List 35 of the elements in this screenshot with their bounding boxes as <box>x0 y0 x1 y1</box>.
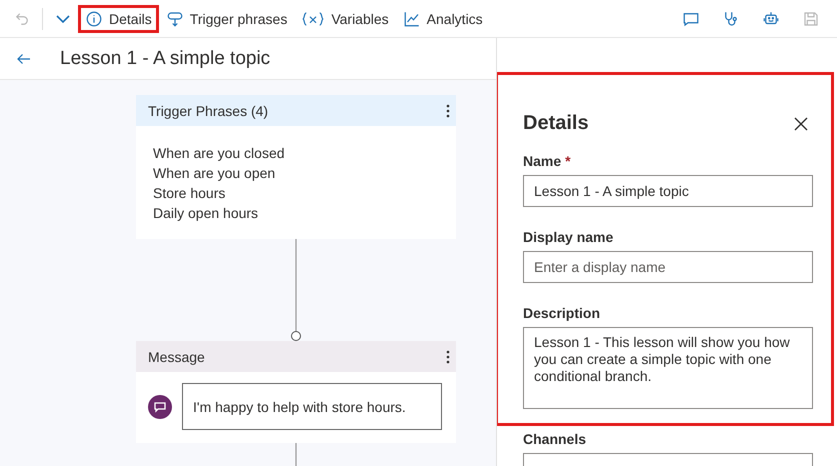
speech-bubble-icon <box>166 10 184 28</box>
toolbar-button[interactable]: Analytics <box>396 6 489 32</box>
chart-icon <box>402 10 421 28</box>
close-button[interactable] <box>793 116 809 132</box>
trigger-phrase: When are you open <box>153 164 276 182</box>
close-icon <box>793 116 809 132</box>
message-avatar-icon <box>148 394 172 418</box>
trigger-phrase: Store hours <box>153 184 226 202</box>
info-icon <box>85 10 103 28</box>
more-icon <box>446 104 450 118</box>
node-title: Trigger Phrases (4) <box>148 102 268 118</box>
field-label: Display name <box>523 229 614 245</box>
field-label: Description <box>523 305 602 321</box>
topic-title: Lesson 1 - A simple topic <box>60 48 270 70</box>
trigger-node[interactable]: Trigger Phrases (4) When are you closed When are you open Store hours Daily open hours <box>136 95 456 239</box>
chevron-down-icon <box>56 14 70 22</box>
description-field[interactable]: Lesson 1 - This lesson will show you how you can create a simple topic with one conditional branch. <box>523 327 813 409</box>
trigger-phrase: Daily open hours <box>153 204 260 222</box>
field-label: Name * <box>523 153 572 169</box>
more-icon <box>446 350 450 364</box>
toolbar-button[interactable]: Details <box>79 6 158 32</box>
required-mark: * <box>565 153 571 169</box>
trigger-phrase: When are you closed <box>153 144 286 162</box>
message-text-field[interactable]: I'm happy to help with store hours. <box>182 383 442 430</box>
stethoscope-icon <box>722 10 740 28</box>
text-input-field[interactable]: Lesson 1 - A simple topic <box>523 175 813 207</box>
message-node[interactable]: Message I'm happy to help with store hours. <box>136 341 456 443</box>
panel-title: Details <box>523 112 589 135</box>
text-input-field[interactable]: Enter a display name <box>523 251 813 283</box>
node-title: Message <box>148 348 205 364</box>
variable-icon <box>301 10 326 28</box>
save-icon <box>802 10 820 28</box>
field-label: Channels <box>523 431 588 447</box>
toolbar-button[interactable]: Trigger phrases <box>160 6 294 32</box>
toolbar-button[interactable]: Variables <box>295 6 395 32</box>
